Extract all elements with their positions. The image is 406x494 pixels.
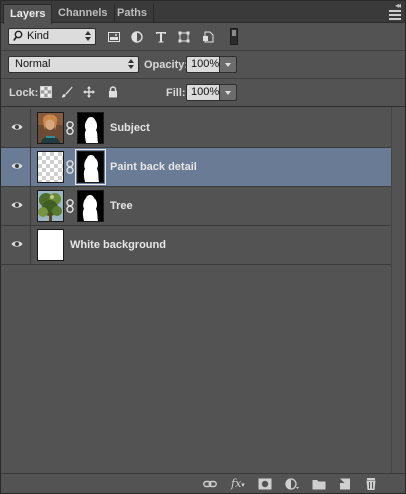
layer-name: White background bbox=[70, 239, 166, 251]
layers-list: Subject Paint back detail Tree White bac… bbox=[1, 107, 405, 473]
tab-channels[interactable]: Channels bbox=[52, 4, 115, 23]
delete-layer-icon[interactable] bbox=[364, 478, 378, 490]
eye-icon bbox=[11, 163, 23, 169]
mask-shape bbox=[83, 155, 99, 182]
blend-row: Normal Opacity: 100% bbox=[1, 51, 405, 79]
chain-link-icon[interactable] bbox=[66, 121, 74, 135]
panel-menu-icon[interactable] bbox=[389, 10, 401, 20]
eye-icon bbox=[11, 241, 23, 247]
tab-layers[interactable]: Layers bbox=[3, 4, 53, 24]
tree-photo-thumbnail bbox=[38, 191, 63, 221]
adjustment-layer-icon[interactable] bbox=[285, 478, 299, 490]
search-icon bbox=[13, 30, 23, 41]
mask-shape bbox=[84, 117, 98, 143]
eye-icon bbox=[11, 202, 23, 208]
filter-kind-select[interactable]: Kind bbox=[8, 28, 96, 45]
layer-mask-thumbnail[interactable] bbox=[75, 149, 106, 185]
visibility-toggle[interactable] bbox=[1, 109, 31, 147]
layer-thumbnail bbox=[37, 112, 64, 144]
filter-row: Kind bbox=[1, 23, 405, 51]
layers-bottom-toolbar: fx▾ bbox=[1, 473, 405, 493]
layer-mask-thumbnail[interactable] bbox=[77, 112, 104, 144]
filter-kind-label: Kind bbox=[27, 30, 50, 42]
mask-shape bbox=[82, 195, 98, 221]
fill-field[interactable]: 100% bbox=[186, 84, 220, 101]
lock-label: Lock: bbox=[9, 87, 39, 99]
layer-row-paint-back-detail[interactable]: Paint back detail bbox=[1, 148, 391, 187]
visibility-toggle[interactable] bbox=[1, 226, 31, 264]
layer-thumbnail-white bbox=[37, 229, 64, 261]
select-arrows-icon bbox=[85, 31, 91, 42]
eye-icon bbox=[11, 124, 23, 130]
layers-scroll-track[interactable] bbox=[391, 107, 405, 473]
add-mask-icon[interactable] bbox=[258, 478, 272, 490]
panel-tab-bar: Layers Channels Paths ◂◂ bbox=[1, 1, 405, 24]
layer-name: Tree bbox=[110, 200, 133, 212]
new-layer-icon[interactable] bbox=[338, 478, 352, 490]
fill-label: Fill: bbox=[166, 87, 186, 99]
visibility-toggle[interactable] bbox=[1, 187, 31, 225]
lock-image-pixels-icon[interactable] bbox=[61, 86, 73, 98]
layer-name: Paint back detail bbox=[110, 161, 197, 173]
layer-thumbnail bbox=[37, 190, 64, 222]
person-photo-thumbnail bbox=[38, 113, 63, 143]
opacity-field[interactable]: 100% bbox=[186, 56, 220, 73]
pixel-filter-icon[interactable] bbox=[108, 31, 120, 43]
layer-row-white-background[interactable]: White background bbox=[1, 226, 391, 265]
layer-row-subject[interactable]: Subject bbox=[1, 109, 391, 148]
shape-filter-icon[interactable] bbox=[178, 31, 190, 43]
lock-transparent-pixels-icon[interactable] bbox=[40, 86, 52, 98]
smart-object-filter-icon[interactable] bbox=[202, 31, 214, 43]
layers-panel: Layers Channels Paths ◂◂ Kind Normal Opa… bbox=[0, 0, 406, 494]
fx-icon[interactable]: fx▾ bbox=[231, 477, 251, 491]
fill-dropdown-button[interactable] bbox=[220, 84, 237, 101]
lock-all-icon[interactable] bbox=[107, 86, 119, 98]
adjustment-filter-icon[interactable] bbox=[131, 31, 143, 43]
chain-link-icon[interactable] bbox=[66, 199, 74, 213]
chain-link-icon[interactable] bbox=[66, 160, 74, 174]
visibility-toggle[interactable] bbox=[1, 148, 31, 186]
opacity-label: Opacity: bbox=[144, 59, 189, 71]
lock-position-icon[interactable] bbox=[83, 86, 95, 98]
lock-row: Lock: Fill: 100% bbox=[1, 79, 405, 107]
layer-thumbnail-transparent bbox=[37, 151, 64, 183]
layer-name: Subject bbox=[110, 122, 150, 134]
collapse-arrows-icon[interactable]: ◂◂ bbox=[395, 1, 401, 10]
blend-mode-value: Normal bbox=[15, 58, 51, 70]
opacity-dropdown-button[interactable] bbox=[220, 56, 237, 73]
link-layers-icon[interactable] bbox=[203, 478, 217, 490]
type-filter-icon[interactable] bbox=[155, 31, 167, 43]
layer-mask-thumbnail[interactable] bbox=[77, 190, 104, 222]
tab-paths[interactable]: Paths bbox=[111, 4, 154, 23]
select-arrows-icon bbox=[128, 59, 134, 70]
filter-toggle-switch[interactable] bbox=[230, 28, 238, 45]
blend-mode-select[interactable]: Normal bbox=[8, 56, 139, 73]
new-group-icon[interactable] bbox=[312, 478, 326, 490]
layer-row-tree[interactable]: Tree bbox=[1, 187, 391, 226]
